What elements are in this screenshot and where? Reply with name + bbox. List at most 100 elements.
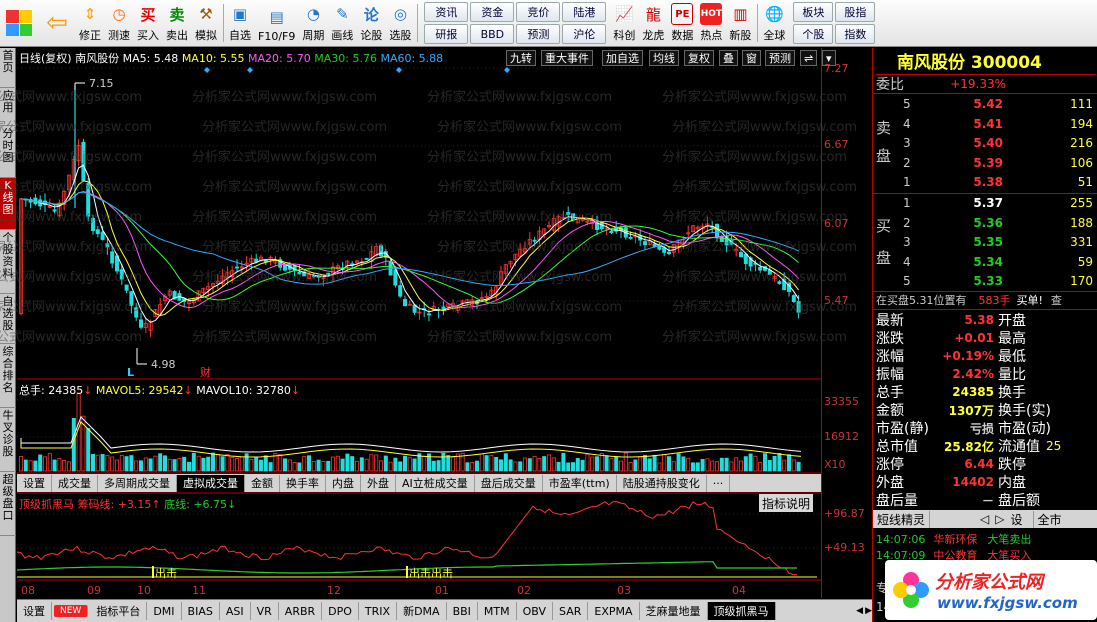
sell-order-row[interactable]: 1 5.38 51 [903,173,1096,191]
research-button[interactable]: 研报 [424,24,469,44]
buy-order-row[interactable]: 1 5.37 255 [903,194,1096,212]
indicator-tab[interactable]: DPO [322,602,359,620]
settings-button[interactable]: 设 [1010,511,1022,528]
global-button[interactable]: 🌐 全球 [760,0,789,46]
info-button[interactable]: 资讯 [424,2,469,22]
indicator-tab[interactable]: BIAS [182,602,220,620]
tab-apps[interactable]: 应用 [0,88,16,126]
sector-button[interactable]: 板块 [793,2,834,22]
buy-order-row[interactable]: 4 5.34 59 [903,253,1096,271]
chart-button[interactable]: 叠 [719,50,738,66]
watchlist-button[interactable]: ▣ 自选 [226,0,255,46]
buy-order-row[interactable]: 5 5.33 170 [903,272,1096,290]
scroll-right-icon[interactable]: ▶ [865,606,872,616]
chart-button[interactable]: 重大事件 [541,50,593,66]
volume-tab[interactable]: 盘后成交量 [475,474,543,492]
fund-button[interactable]: 资金 [470,2,515,22]
tab-home[interactable]: 首页 [0,48,16,88]
dragon-tiger-button[interactable]: 龍龙虎 [639,0,668,46]
indicator-tab[interactable]: 顶级抓黑马 [707,602,776,620]
tab-diagnosis[interactable]: 牛叉诊股 [0,408,16,472]
volume-tab[interactable]: 成交量 [52,474,98,492]
indicator-tab[interactable]: VR [251,602,279,620]
speed-test-button[interactable]: ◷ 测速 [105,0,134,46]
f10-button[interactable]: ▤ F10/F9 [255,0,299,46]
shanghai-london-button[interactable]: 沪伦 [562,24,607,44]
hotspot-button[interactable]: HOT 热点 [697,0,726,46]
buy-order-row[interactable]: 3 5.35 331 [903,233,1096,251]
chart-button[interactable]: 加自选 [602,50,643,66]
indicator-tab[interactable]: ASI [220,602,251,620]
big-order-notice[interactable]: 在买盘5.31位置有 583手 买单! 查 [876,291,1062,309]
draw-line-button[interactable]: ✎ 画线 [328,0,357,46]
sell-order-row[interactable]: 2 5.39 106 [903,154,1096,172]
auction-button[interactable]: 竞价 [516,2,561,22]
chart-button[interactable]: 预测 [765,50,795,66]
indicator-tab[interactable]: DMI [147,602,182,620]
forecast-button[interactable]: 预测 [516,24,561,44]
indicator-tab[interactable]: 芝麻量地量 [640,602,708,620]
tab-timeshare[interactable]: 分时图 [0,126,16,178]
volume-tab[interactable]: 陆股通持股变化 [617,474,707,492]
volume-tab[interactable]: 市盈率(ttm) [543,474,617,492]
tab-stock-profile[interactable]: 个股资料 [0,230,16,294]
indicator-tab[interactable]: ARBR [279,602,323,620]
new-stock-button[interactable]: ▥ 新股 [726,0,755,46]
chart-button[interactable]: 九转 [506,50,536,66]
indicator-tab[interactable]: 设置 [17,602,52,620]
chart-button[interactable]: 窗 [742,50,761,66]
stock-select-button[interactable]: ◎ 选股 [386,0,415,46]
revise-button[interactable]: ⇕ 修正 [76,0,105,46]
indicator-tab[interactable]: BBI [447,602,478,620]
volume-tab[interactable]: 内盘 [326,474,361,492]
sell-order-row[interactable]: 5 5.42 111 [903,95,1096,113]
volume-tab[interactable]: 设置 [17,474,52,492]
sell-order-row[interactable]: 3 5.40 216 [903,134,1096,152]
indicator-tab[interactable]: 指标平台 [90,602,148,620]
kline-chart-area[interactable]: 7.15 4.98 L 财出击 出击出击 08 09 10 11 12 01 02 03 04 日线(复权… [0,48,857,598]
bbd-button[interactable]: BBD [470,24,515,44]
tab-short-line-sprite[interactable]: 短线精灵 [873,510,931,528]
volume-tab[interactable]: AI立桩成交量 [396,474,475,492]
grid-menu-button[interactable] [0,0,38,46]
tab-watchlist[interactable]: 自选股 [0,294,16,344]
full-market-button[interactable]: 全市 [1032,510,1062,528]
tab-ranking[interactable]: 综合排名 [0,344,16,408]
index-button[interactable]: 指数 [835,24,876,44]
buy-button[interactable]: 买买入 [134,0,163,46]
stock-button[interactable]: 个股 [793,24,834,44]
simulate-button[interactable]: ⚒ 模拟 [192,0,221,46]
data-button[interactable]: PE 数据 [668,0,697,46]
sell-button[interactable]: 卖卖出 [163,0,192,46]
volume-tab[interactable]: 金额 [245,474,280,492]
scroll-left-icon[interactable]: ◀ [856,606,863,616]
indicator-tab[interactable]: TRIX [359,602,398,620]
indicator-tab[interactable]: OBV [517,602,554,620]
back-button[interactable]: ⇦ [38,0,76,46]
volume-tab[interactable]: 多周期成交量 [98,474,177,492]
volume-tab[interactable]: 虚拟成交量 [177,474,245,492]
tab-super-handicap[interactable]: 超级盘口 [0,472,16,536]
forum-button[interactable]: 论论股 [357,0,386,46]
toggle-panel-icon[interactable]: ⇌ [800,50,818,66]
indicator-tab[interactable]: SAR [553,602,589,620]
indicator-tab[interactable]: 新DMA [397,602,447,620]
chart-button[interactable]: 均线 [649,50,679,66]
indicator-tab[interactable]: MTM [478,602,517,620]
sell-order-row[interactable]: 4 5.41 194 [903,115,1096,133]
indicator-tab[interactable]: EXPMA [588,602,640,620]
buy-order-row[interactable]: 2 5.36 188 [903,214,1096,232]
candle-body [739,252,744,258]
prev-icon[interactable]: ◁ [980,512,989,526]
indicator-help-button[interactable]: 指标说明 [759,494,814,512]
index-futures-button[interactable]: 股指 [835,2,876,22]
chart-button[interactable]: 复权 [684,50,714,66]
volume-tab[interactable]: ··· [707,474,731,492]
volume-tab[interactable]: 换手率 [280,474,326,492]
tab-kline[interactable]: K线图 [0,178,16,230]
hk-connect-button[interactable]: 陆港 [562,2,607,22]
next-icon[interactable]: ▷ [995,512,1004,526]
star-market-button[interactable]: 📈 科创 [610,0,639,46]
volume-tab[interactable]: 外盘 [361,474,396,492]
cycle-button[interactable]: ◔ 周期 [299,0,328,46]
